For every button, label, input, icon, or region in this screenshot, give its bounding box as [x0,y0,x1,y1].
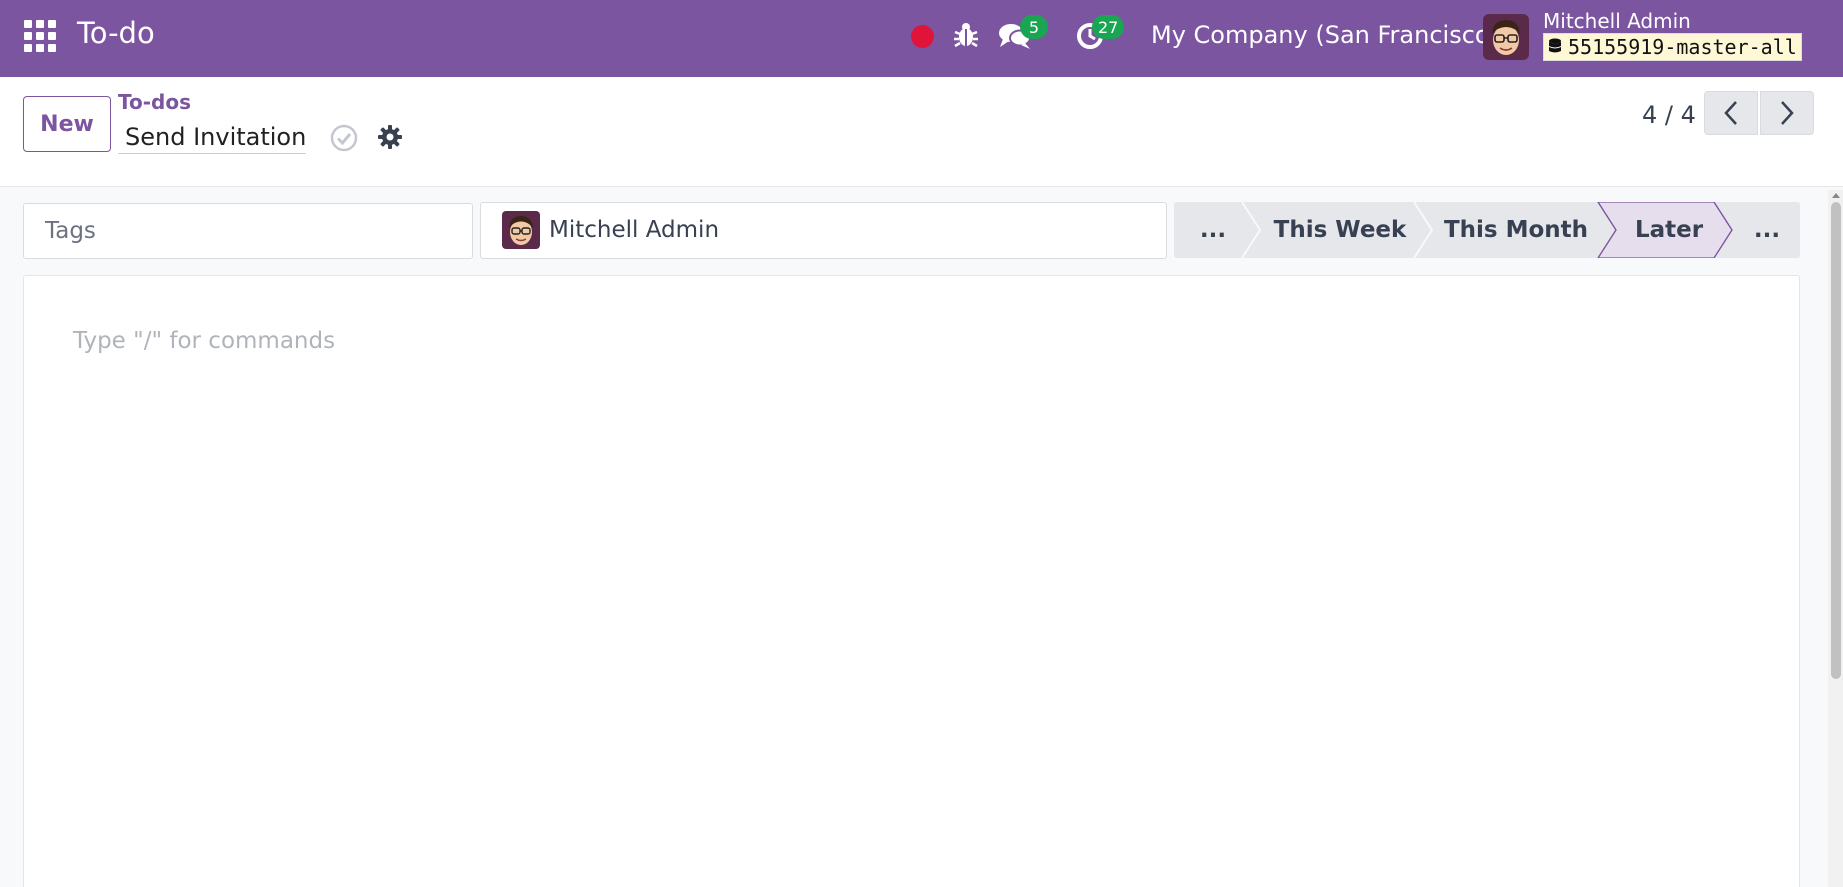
stage-statusbar: ... This Week This Month Later ... [1174,202,1800,258]
pager-value[interactable]: 4 / 4 [1642,101,1696,129]
debug-bug-icon[interactable] [952,20,980,50]
user-avatar[interactable] [1483,14,1529,60]
top-navbar: To-do 5 27 My Company (San Francisco) Mi… [0,0,1843,77]
gear-icon[interactable] [377,124,403,150]
control-panel: New To-dos 4 / 4 [0,77,1843,187]
stage-more-left[interactable]: ... [1174,202,1252,258]
messages-count-badge: 5 [1020,15,1048,39]
activity-count-badge: 27 [1092,15,1125,39]
database-name: 55155919-master-all [1568,35,1797,59]
stage-this-week[interactable]: This Week [1260,202,1420,258]
breadcrumb-todos[interactable]: To-dos [118,90,191,114]
tags-input[interactable]: Tags [23,203,473,259]
stage-more-right[interactable]: ... [1734,202,1800,258]
stage-later[interactable]: Later [1614,202,1724,258]
record-dot-icon[interactable] [911,25,934,48]
app-title[interactable]: To-do [77,16,155,50]
pager-next-button[interactable] [1760,91,1814,135]
chevron-right-icon [1781,101,1794,125]
record-name-input[interactable] [118,120,306,154]
user-name[interactable]: Mitchell Admin [1543,9,1691,33]
apps-menu-icon[interactable] [24,20,56,52]
chevron-left-icon [1724,101,1737,125]
stage-this-month[interactable]: This Month [1432,202,1600,258]
new-button[interactable]: New [23,96,111,152]
company-switcher[interactable]: My Company (San Francisco) [1151,21,1499,49]
scrollbar-thumb[interactable] [1831,202,1841,679]
assignee-avatar [502,211,540,249]
assignee-name: Mitchell Admin [549,217,720,243]
database-badge: 55155919-master-all [1543,33,1802,61]
assignee-field[interactable]: Mitchell Admin [480,202,1167,259]
mark-done-check-icon[interactable] [330,124,358,152]
scroll-up-arrow-icon[interactable] [1831,190,1841,200]
database-icon [1549,38,1561,53]
editor-placeholder: Type "/" for commands [73,328,336,354]
pager-previous-button[interactable] [1704,91,1758,135]
description-editor[interactable]: Type "/" for commands [23,275,1800,887]
